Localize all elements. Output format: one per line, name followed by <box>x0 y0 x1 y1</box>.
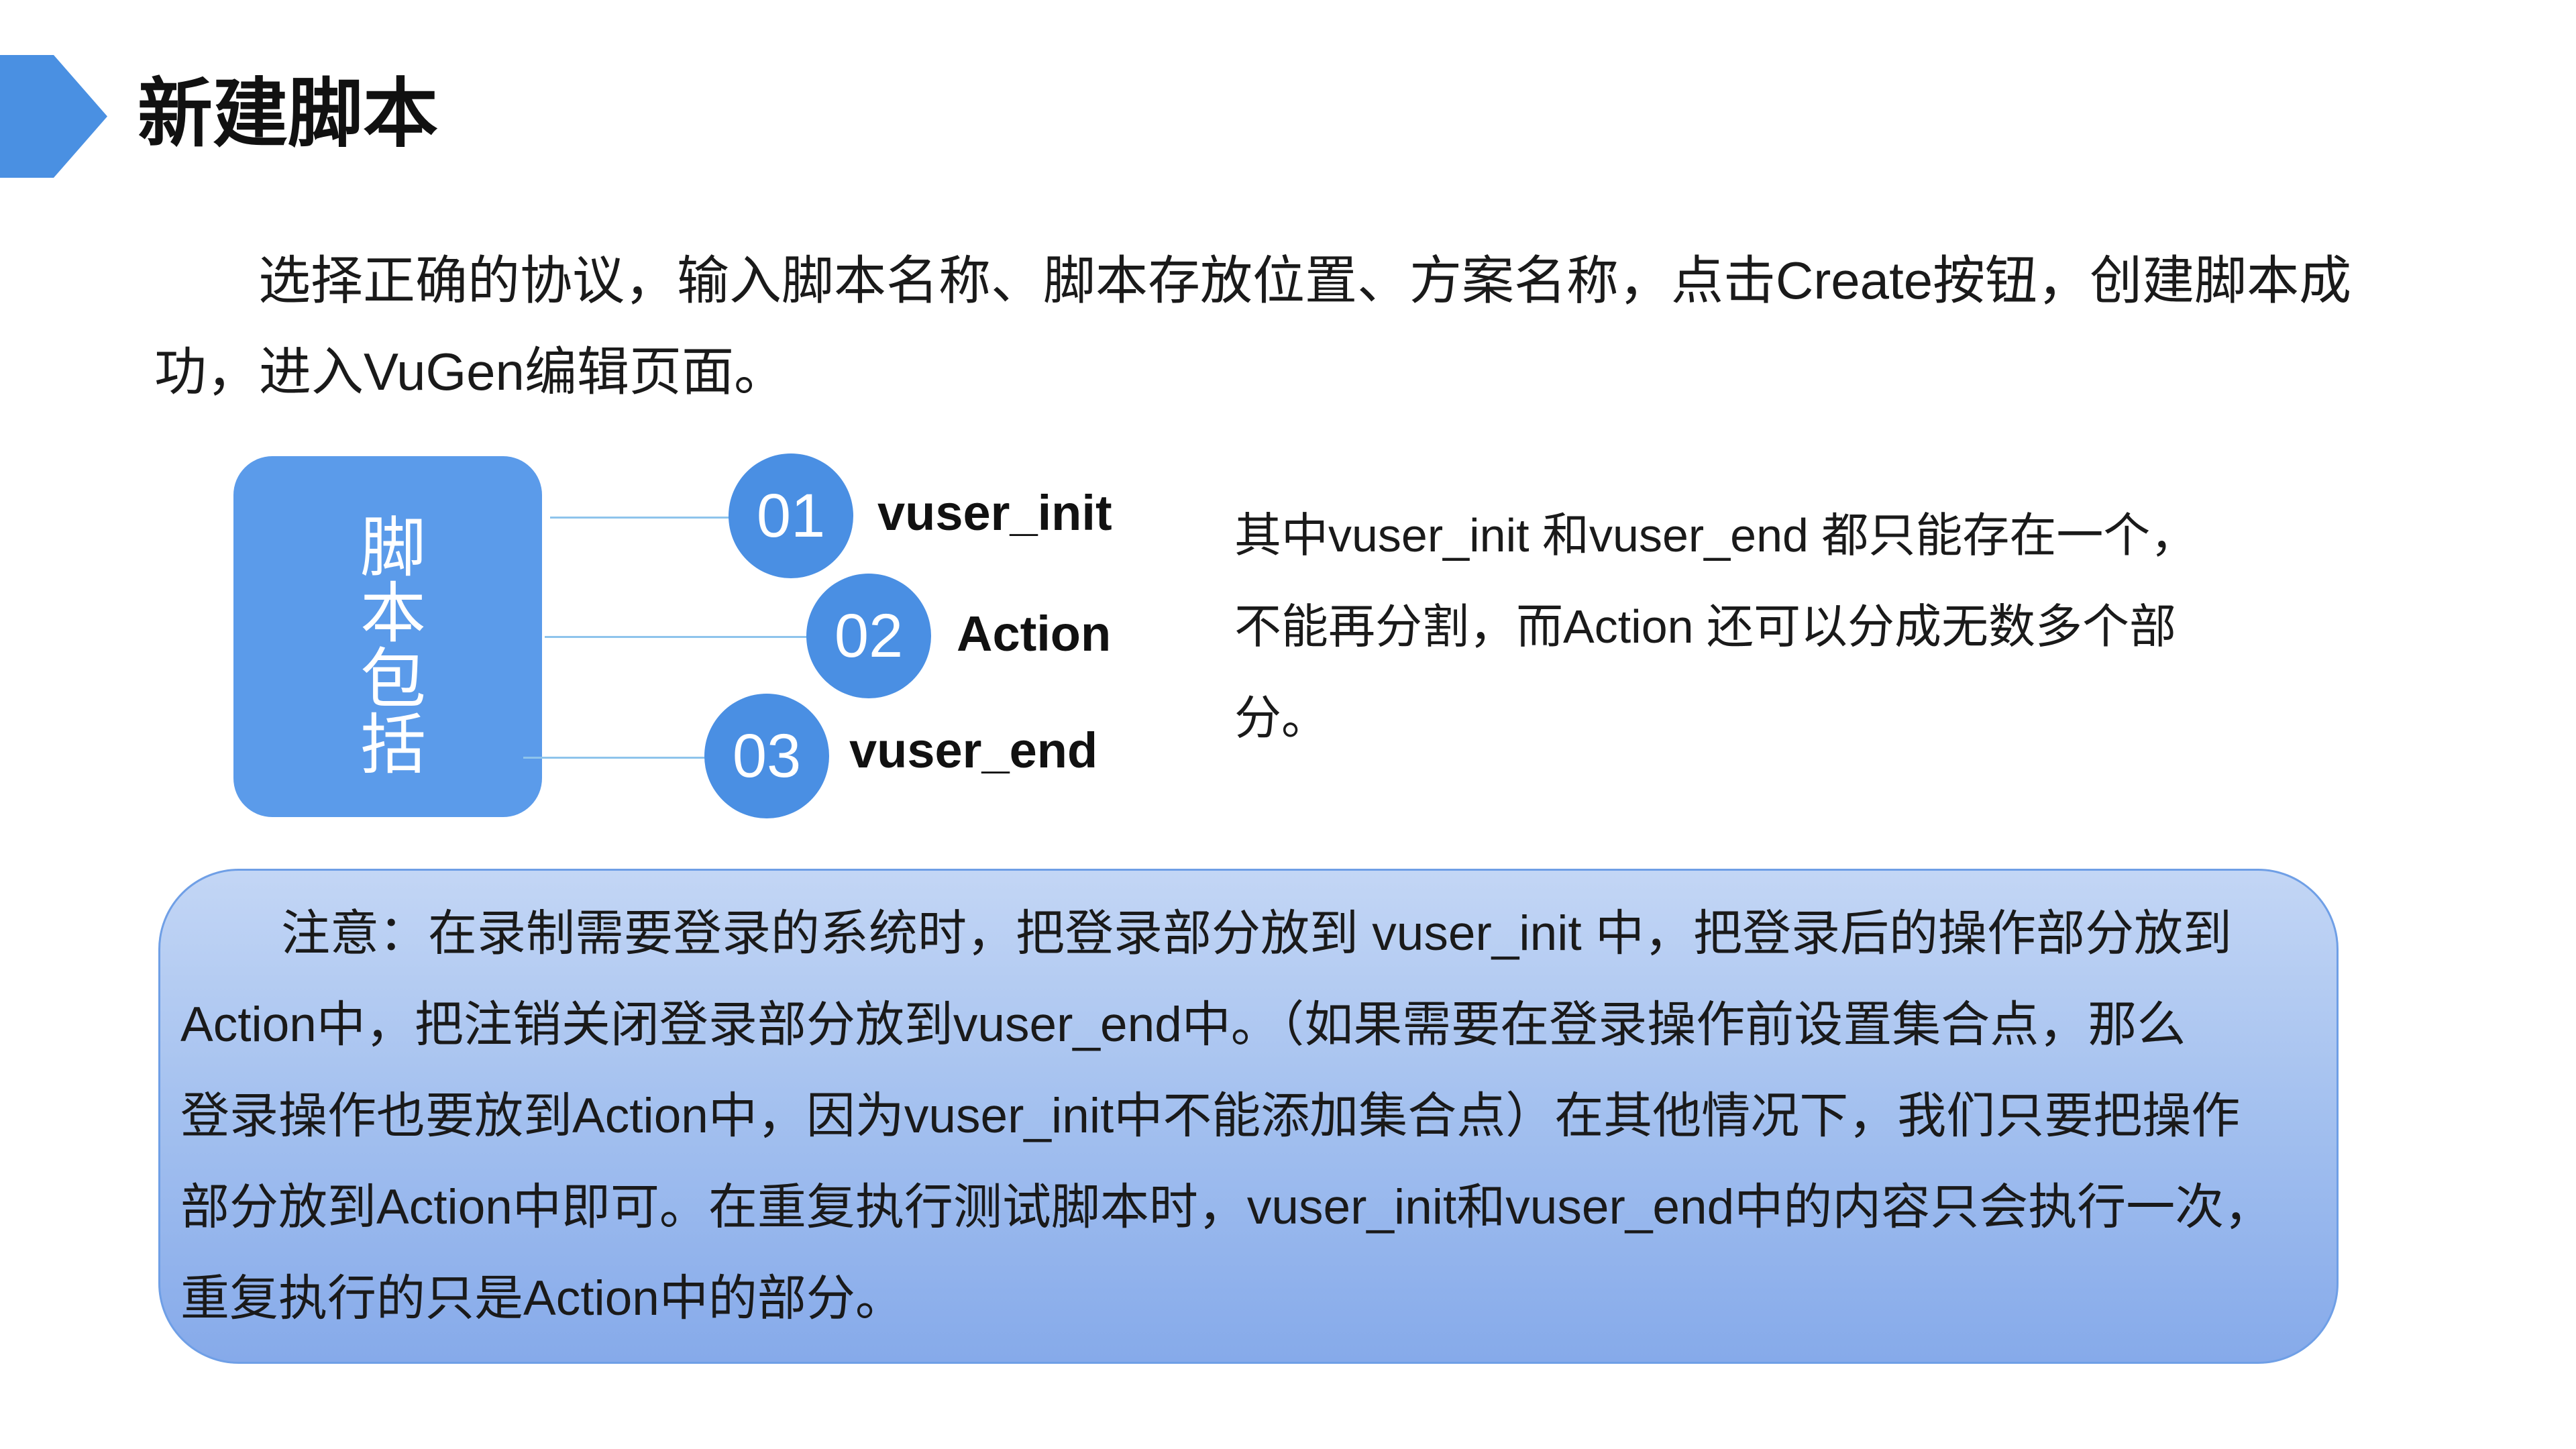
part-number-badge: 01 <box>729 453 853 578</box>
connector-line <box>545 636 813 638</box>
connector-line <box>523 757 710 759</box>
script-parts-label-text: 脚本包括 <box>351 513 425 775</box>
note-line: Action中，把注销关闭登录部分放到vuser_end中。（如果需要在登录操作… <box>180 998 2186 1052</box>
script-parts-box: 脚本包括 <box>233 456 542 817</box>
side-note-line: 其中vuser_init 和vuser_end 都只能存在一个， <box>1234 509 2198 561</box>
intro-line: 选择正确的协议，输入脚本名称、脚本存放位置、方案名称，点击Create按钮，创建… <box>258 251 2352 310</box>
connector-line <box>550 517 738 519</box>
note-line: 重复执行的只是Action中的部分。 <box>180 1271 904 1326</box>
side-note-line: 不能再分割，而Action 还可以分成无数多个部 <box>1234 600 2176 653</box>
note-line: 注意：在录制需要登录的系统时，把登录部分放到 vuser_init 中，把登录后… <box>281 906 2232 961</box>
intro-line: 功，进入VuGen编辑页面。 <box>154 342 786 401</box>
part-name-label: vuser_end <box>849 722 1098 778</box>
note-line: 登录操作也要放到Action中，因为vuser_init中不能添加集合点）在其他… <box>180 1089 2241 1143</box>
note-callout-box: 注意：在录制需要登录的系统时，把登录部分放到 vuser_init 中，把登录后… <box>158 869 2339 1364</box>
part-name-label: Action <box>957 606 1112 661</box>
side-note-paragraph: 其中vuser_init 和vuser_end 都只能存在一个， 不能再分割，而… <box>1234 490 2308 763</box>
intro-paragraph: 选择正确的协议，输入脚本名称、脚本存放位置、方案名称，点击Create按钮，创建… <box>154 235 2352 417</box>
part-number-badge: 02 <box>806 574 931 698</box>
part-name-label: vuser_init <box>877 485 1112 541</box>
side-note-line: 分。 <box>1234 692 1328 744</box>
note-paragraph: 注意：在录制需要登录的系统时，把登录部分放到 vuser_init 中，把登录后… <box>180 888 2327 1344</box>
part-number-badge: 03 <box>704 694 829 818</box>
note-line: 部分放到Action中即可。在重复执行测试脚本时，vuser_init和vuse… <box>180 1180 2273 1234</box>
page-title: 新建脚本 <box>138 72 438 156</box>
script-parts-label: 脚本包括 <box>233 503 542 785</box>
header-arrow-decoration <box>0 55 107 178</box>
